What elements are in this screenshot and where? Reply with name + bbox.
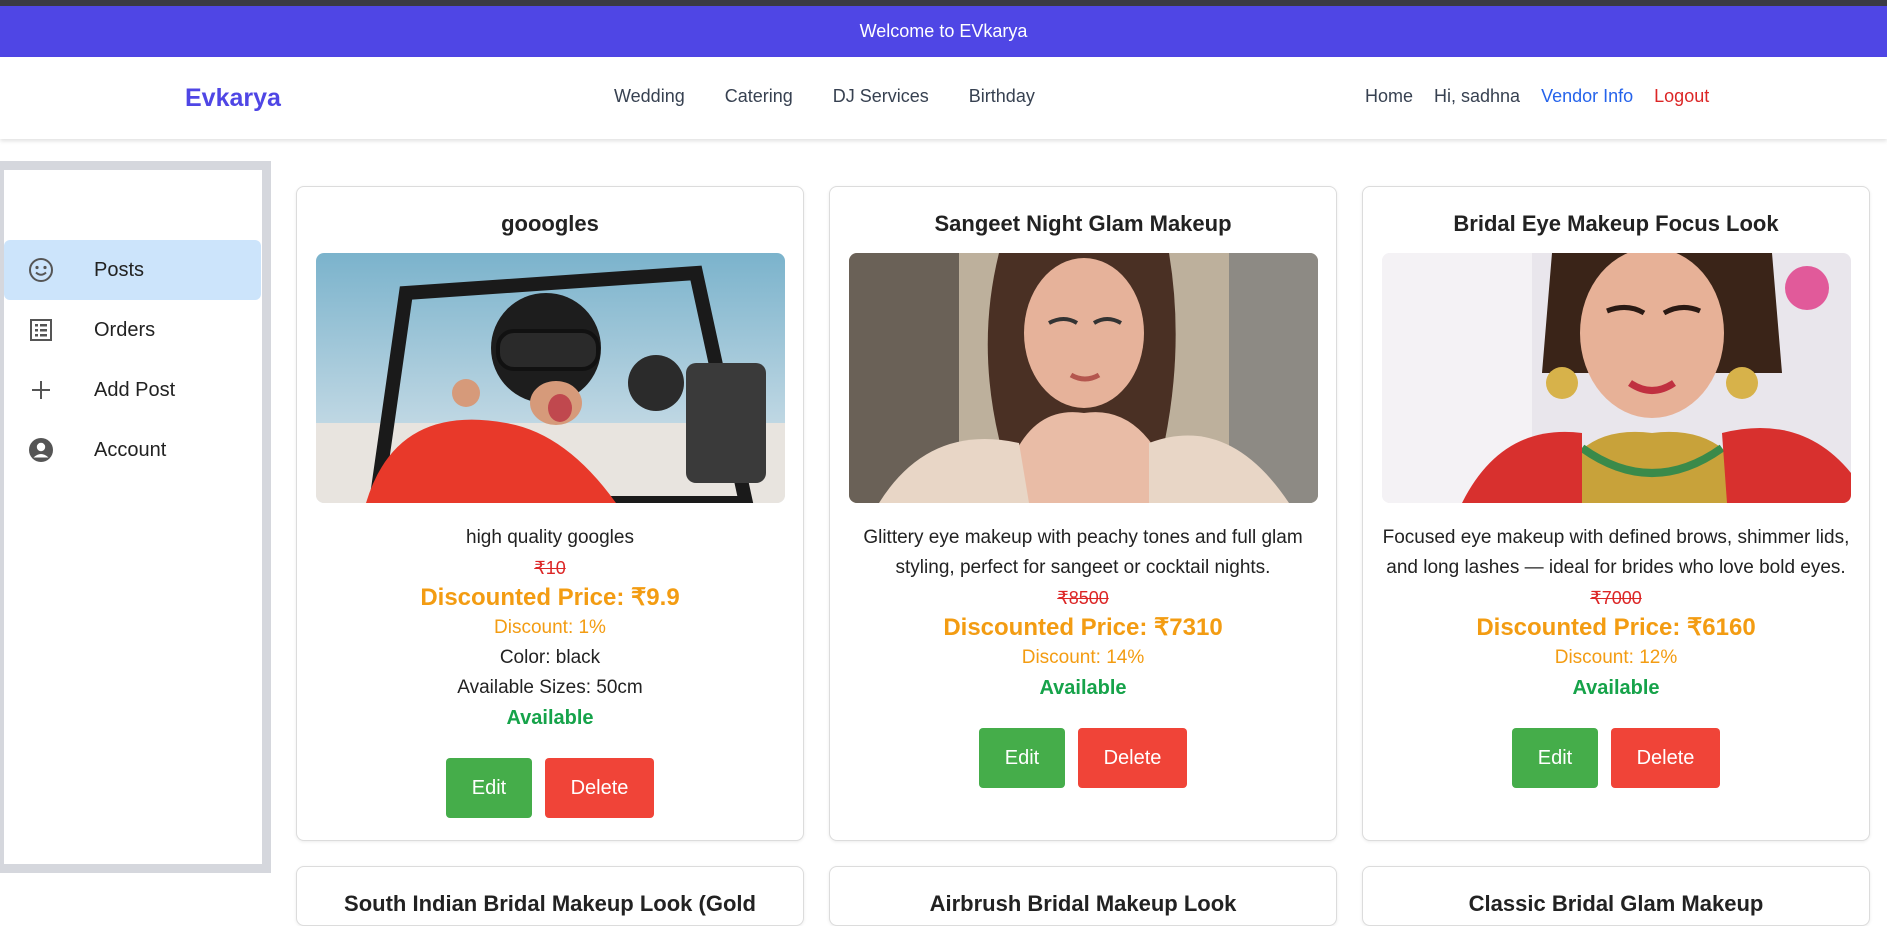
sidebar-item-posts[interactable]: Posts	[4, 240, 261, 300]
sidebar-item-add-post[interactable]: Add Post	[4, 360, 261, 420]
delete-button[interactable]: Delete	[1078, 728, 1187, 788]
sidebar-item-account[interactable]: Account	[4, 420, 261, 480]
post-card: gooogles high quality googles ₹10 Discou…	[296, 186, 804, 841]
sidebar-item-label: Account	[94, 438, 167, 461]
sidebar-item-label: Orders	[94, 318, 156, 341]
post-card: South Indian Bridal Makeup Look (Gold	[296, 866, 804, 926]
discounted-price: Discounted Price: ₹9.9	[420, 584, 680, 611]
post-card: Airbrush Bridal Makeup Look	[829, 866, 1337, 926]
original-price: ₹7000	[1590, 588, 1642, 608]
edit-button[interactable]: Edit	[446, 758, 532, 818]
navbar: Evkarya Wedding Catering DJ Services Bir…	[0, 57, 1887, 139]
welcome-banner: Welcome to EVkarya	[0, 6, 1887, 57]
category-nav: Wedding Catering DJ Services Birthday	[614, 86, 1035, 107]
nav-link-wedding[interactable]: Wedding	[614, 86, 685, 107]
post-title: Bridal Eye Makeup Focus Look	[1453, 211, 1779, 236]
discounted-price: Discounted Price: ₹6160	[1476, 614, 1756, 641]
discounted-price: Discounted Price: ₹7310	[943, 614, 1223, 641]
card-actions: Edit Delete	[830, 728, 1336, 788]
post-description: Focused eye makeup with defined brows, s…	[1382, 527, 1850, 578]
post-image	[315, 253, 785, 503]
post-card: Sangeet Night Glam Makeup Glittery eye m…	[829, 186, 1337, 841]
post-title: Airbrush Bridal Makeup Look	[929, 891, 1237, 916]
availability-status: Available	[506, 707, 594, 729]
discount-percent: Discount: 12%	[1554, 647, 1678, 668]
user-nav: Home Hi, sadhna Vendor Info Logout	[1365, 86, 1709, 107]
nav-link-birthday[interactable]: Birthday	[969, 86, 1035, 107]
edit-button[interactable]: Edit	[1512, 728, 1598, 788]
list-icon	[27, 316, 55, 344]
card-actions: Edit Delete	[297, 758, 803, 818]
post-sizes: Available Sizes: 50cm	[457, 677, 643, 698]
nav-link-home[interactable]: Home	[1365, 86, 1413, 107]
smiley-icon	[27, 256, 55, 284]
brand-logo[interactable]: Evkarya	[185, 84, 281, 113]
post-image	[848, 253, 1318, 503]
user-greeting: Hi, sadhna	[1434, 86, 1521, 106]
sidebar: Posts Orders Add Post Account	[0, 161, 271, 873]
original-price: ₹8500	[1057, 588, 1109, 608]
sidebar-item-label: Add Post	[94, 378, 176, 401]
sidebar-item-orders[interactable]: Orders	[4, 300, 261, 360]
original-price: ₹10	[534, 558, 566, 578]
logout-link[interactable]: Logout	[1654, 86, 1709, 107]
post-title: South Indian Bridal Makeup Look (Gold	[344, 891, 756, 916]
post-card: Bridal Eye Makeup Focus Look Focused eye…	[1362, 186, 1870, 841]
post-description: Glittery eye makeup with peachy tones an…	[863, 527, 1303, 578]
edit-button[interactable]: Edit	[979, 728, 1065, 788]
post-title: Classic Bridal Glam Makeup	[1468, 891, 1764, 916]
post-title: gooogles	[501, 211, 599, 236]
post-title: Sangeet Night Glam Makeup	[934, 211, 1232, 236]
plus-icon	[27, 376, 55, 404]
post-color: Color: black	[499, 647, 601, 668]
sidebar-item-label: Posts	[94, 258, 145, 281]
welcome-text: Welcome to EVkarya	[859, 21, 1028, 41]
post-description: high quality googles	[466, 527, 634, 548]
user-circle-icon	[27, 436, 55, 464]
availability-status: Available	[1572, 677, 1660, 699]
post-image	[1381, 253, 1851, 503]
discount-percent: Discount: 14%	[1021, 647, 1145, 668]
delete-button[interactable]: Delete	[545, 758, 654, 818]
vendor-info-link[interactable]: Vendor Info	[1541, 86, 1633, 107]
nav-link-catering[interactable]: Catering	[725, 86, 793, 107]
post-card: Classic Bridal Glam Makeup	[1362, 866, 1870, 926]
delete-button[interactable]: Delete	[1611, 728, 1720, 788]
discount-percent: Discount: 1%	[494, 617, 606, 638]
card-actions: Edit Delete	[1363, 728, 1869, 788]
nav-link-dj-services[interactable]: DJ Services	[833, 86, 929, 107]
availability-status: Available	[1039, 677, 1127, 699]
